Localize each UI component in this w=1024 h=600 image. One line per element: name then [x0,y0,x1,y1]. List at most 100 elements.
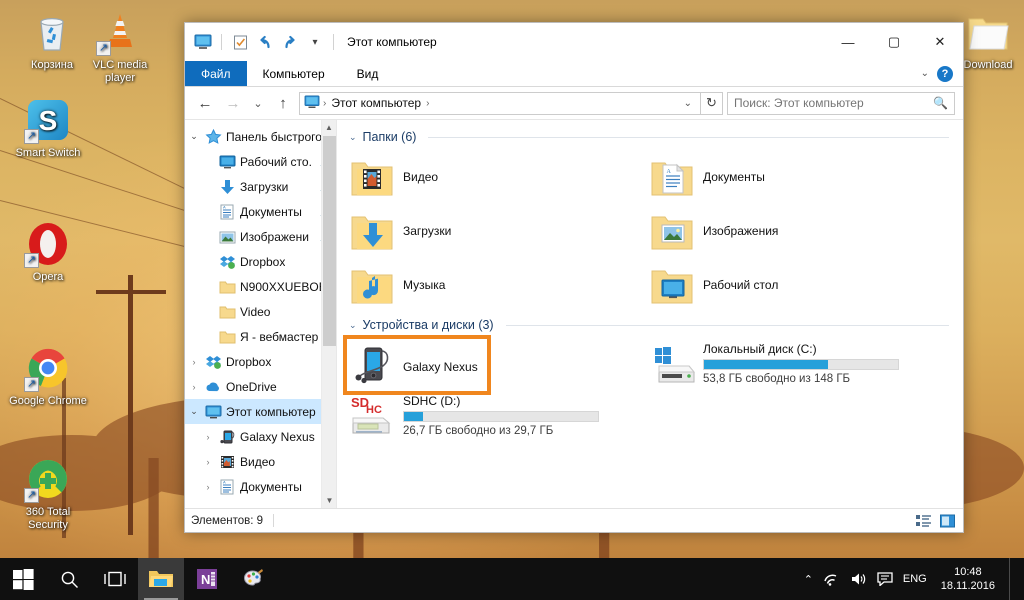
volume-icon[interactable] [850,572,867,586]
system-tray[interactable]: ⌃ ENG [804,558,1024,600]
back-button[interactable]: ← [193,91,217,115]
expand-chevron-icon[interactable]: › [201,432,215,442]
sidebar-item-документы[interactable]: ›AДокументы [185,474,336,499]
tray-expand-icon[interactable]: ⌃ [804,573,813,586]
desktop-icon-360-security[interactable]: ↗ 360 Total Security [6,455,90,532]
sidebar-item-dropbox[interactable]: Dropbox [185,249,336,274]
desktop-icon-vlc[interactable]: ↗ VLC media player [78,8,162,85]
drive-tile-sdhc-d[interactable]: SD HC SDHC (D:) 26,7 ГБ св [345,390,645,446]
folder-tile-pictures[interactable]: Изображения [645,204,945,258]
file-explorer-window[interactable]: ▾ Этот компьютер — ▢ ✕ Файл Компьютер Ви… [184,22,964,533]
action-center-icon[interactable] [877,572,893,586]
sidebar-item-onedrive[interactable]: ›OneDrive [185,374,336,399]
undo-icon[interactable] [255,32,275,52]
quick-access-toolbar[interactable]: ▾ [193,32,337,52]
onenote-button[interactable]: N [184,558,230,600]
devices-grid[interactable]: Galaxy Nexus [345,338,963,446]
navigation-tree[interactable]: ⌄Панель быстрогоРабочий сто.📌Загрузки📌AД… [185,120,336,499]
help-icon[interactable]: ? [937,66,953,82]
file-explorer-button[interactable] [138,558,184,600]
paint-button[interactable] [230,558,276,600]
breadcrumb-item-computer[interactable]: Этот компьютер [329,96,423,110]
view-mode-buttons[interactable] [913,512,957,530]
refresh-button[interactable]: ↻ [701,92,723,115]
clock[interactable]: 10:48 18.11.2016 [937,565,999,593]
tab-computer[interactable]: Компьютер [247,61,341,86]
start-button[interactable] [0,558,46,600]
taskbar[interactable]: N ⌃ [0,558,1024,600]
sidebar-item-dropbox[interactable]: ›Dropbox [185,349,336,374]
desktop-icon-smart-switch[interactable]: S ↗ Smart Switch [6,96,90,160]
breadcrumb[interactable]: › Этот компьютер › ⌄ [299,92,701,115]
forward-button[interactable]: → [221,91,245,115]
sidebar-item-рабочий-сто-[interactable]: Рабочий сто.📌 [185,149,336,174]
show-desktop-button[interactable] [1009,558,1016,600]
customize-toolbar-icon[interactable]: ▾ [305,32,325,52]
expand-chevron-icon[interactable]: › [201,482,215,492]
desktop-icon-opera[interactable]: ↗ Opera [6,220,90,284]
search-icon[interactable]: 🔍 [933,96,948,110]
redo-icon[interactable] [280,32,300,52]
scroll-down-arrow[interactable]: ▼ [322,493,337,508]
sidebar-item-загрузки[interactable]: Загрузки📌 [185,174,336,199]
minimize-button[interactable]: — [825,23,871,61]
task-view-button[interactable] [92,558,138,600]
language-indicator[interactable]: ENG [903,573,927,585]
sidebar-item-этот-компьютер[interactable]: ⌄Этот компьютер [185,399,336,424]
sidebar-item-video[interactable]: Video [185,299,336,324]
group-header-folders[interactable]: ⌄ Папки (6) [345,126,963,150]
network-icon[interactable] [823,572,840,586]
window-controls[interactable]: — ▢ ✕ [825,23,963,61]
collapse-ribbon-icon[interactable]: ⌄ [921,68,929,79]
folder-tile-desktop[interactable]: Рабочий стол [645,258,945,312]
title-bar[interactable]: ▾ Этот компьютер — ▢ ✕ [185,23,963,61]
folder-tile-downloads[interactable]: Загрузки [345,204,645,258]
expand-chevron-icon[interactable]: ⌄ [187,406,201,417]
sidebar-item-видео[interactable]: ›Видео [185,449,336,474]
address-dropdown-icon[interactable]: ⌄ [680,98,696,109]
sidebar-item-документы[interactable]: AДокументы📌 [185,199,336,224]
search-box[interactable]: 🔍 [727,92,955,115]
expand-chevron-icon[interactable]: › [187,382,201,392]
sidebar-item-панель-быстрого[interactable]: ⌄Панель быстрого [185,124,336,149]
up-button[interactable]: ↑ [271,91,295,115]
expand-chevron-icon[interactable]: ⌄ [187,131,201,142]
desktop-icon-chrome[interactable]: ↗ Google Chrome [6,344,90,408]
large-icons-view-button[interactable] [937,512,957,530]
folders-grid[interactable]: Видео A [345,150,963,312]
folder-tile-video[interactable]: Видео [345,150,645,204]
group-header-devices[interactable]: ⌄ Устройства и диски (3) [345,314,963,338]
breadcrumb-computer-icon[interactable] [304,95,320,112]
content-pane[interactable]: ⌄ Папки (6) [337,120,963,508]
sidebar-item-galaxy-nexus[interactable]: ›Galaxy Nexus [185,424,336,449]
group-collapse-icon[interactable]: ⌄ [349,132,357,143]
ribbon-tabs[interactable]: Файл Компьютер Вид ⌄ ? [185,61,963,87]
search-input[interactable] [734,96,933,110]
close-button[interactable]: ✕ [917,23,963,61]
breadcrumb-separator-2[interactable]: › [426,98,429,109]
expand-chevron-icon[interactable]: › [187,357,201,367]
sidebar-item-изображени[interactable]: Изображени📌 [185,224,336,249]
maximize-button[interactable]: ▢ [871,23,917,61]
group-collapse-icon[interactable]: ⌄ [349,320,357,331]
details-view-button[interactable] [913,512,933,530]
address-bar[interactable]: ← → ⌄ ↑ › Этот компьютер › ⌄ ↻ 🔍 [185,87,963,119]
tab-file[interactable]: Файл [185,61,247,86]
search-button[interactable] [46,558,92,600]
navigation-pane[interactable]: ⌄Панель быстрогоРабочий сто.📌Загрузки📌AД… [185,120,337,508]
device-tile-galaxy-nexus[interactable]: Galaxy Nexus [345,338,645,394]
computer-icon[interactable] [193,32,213,52]
tab-view[interactable]: Вид [341,61,395,86]
scroll-up-arrow[interactable]: ▲ [322,120,336,135]
expand-chevron-icon[interactable]: › [201,457,215,467]
folder-tile-documents[interactable]: A Документы [645,150,945,204]
scrollbar-thumb[interactable] [323,136,336,346]
properties-icon[interactable] [230,32,250,52]
folder-tile-music[interactable]: Музыка [345,258,645,312]
sidebar-item-n900xxueboe3-[interactable]: N900XXUEBOE3_ [185,274,336,299]
sidebar-item-я-вебмастер[interactable]: Я - вебмастер [185,324,336,349]
nav-scrollbar[interactable]: ▲ ▼ [321,120,336,508]
recent-locations-button[interactable]: ⌄ [249,91,267,115]
drive-tile-local-disk-c[interactable]: Локальный диск (C:) 53,8 ГБ свободно из … [645,338,945,394]
breadcrumb-separator[interactable]: › [323,98,326,109]
